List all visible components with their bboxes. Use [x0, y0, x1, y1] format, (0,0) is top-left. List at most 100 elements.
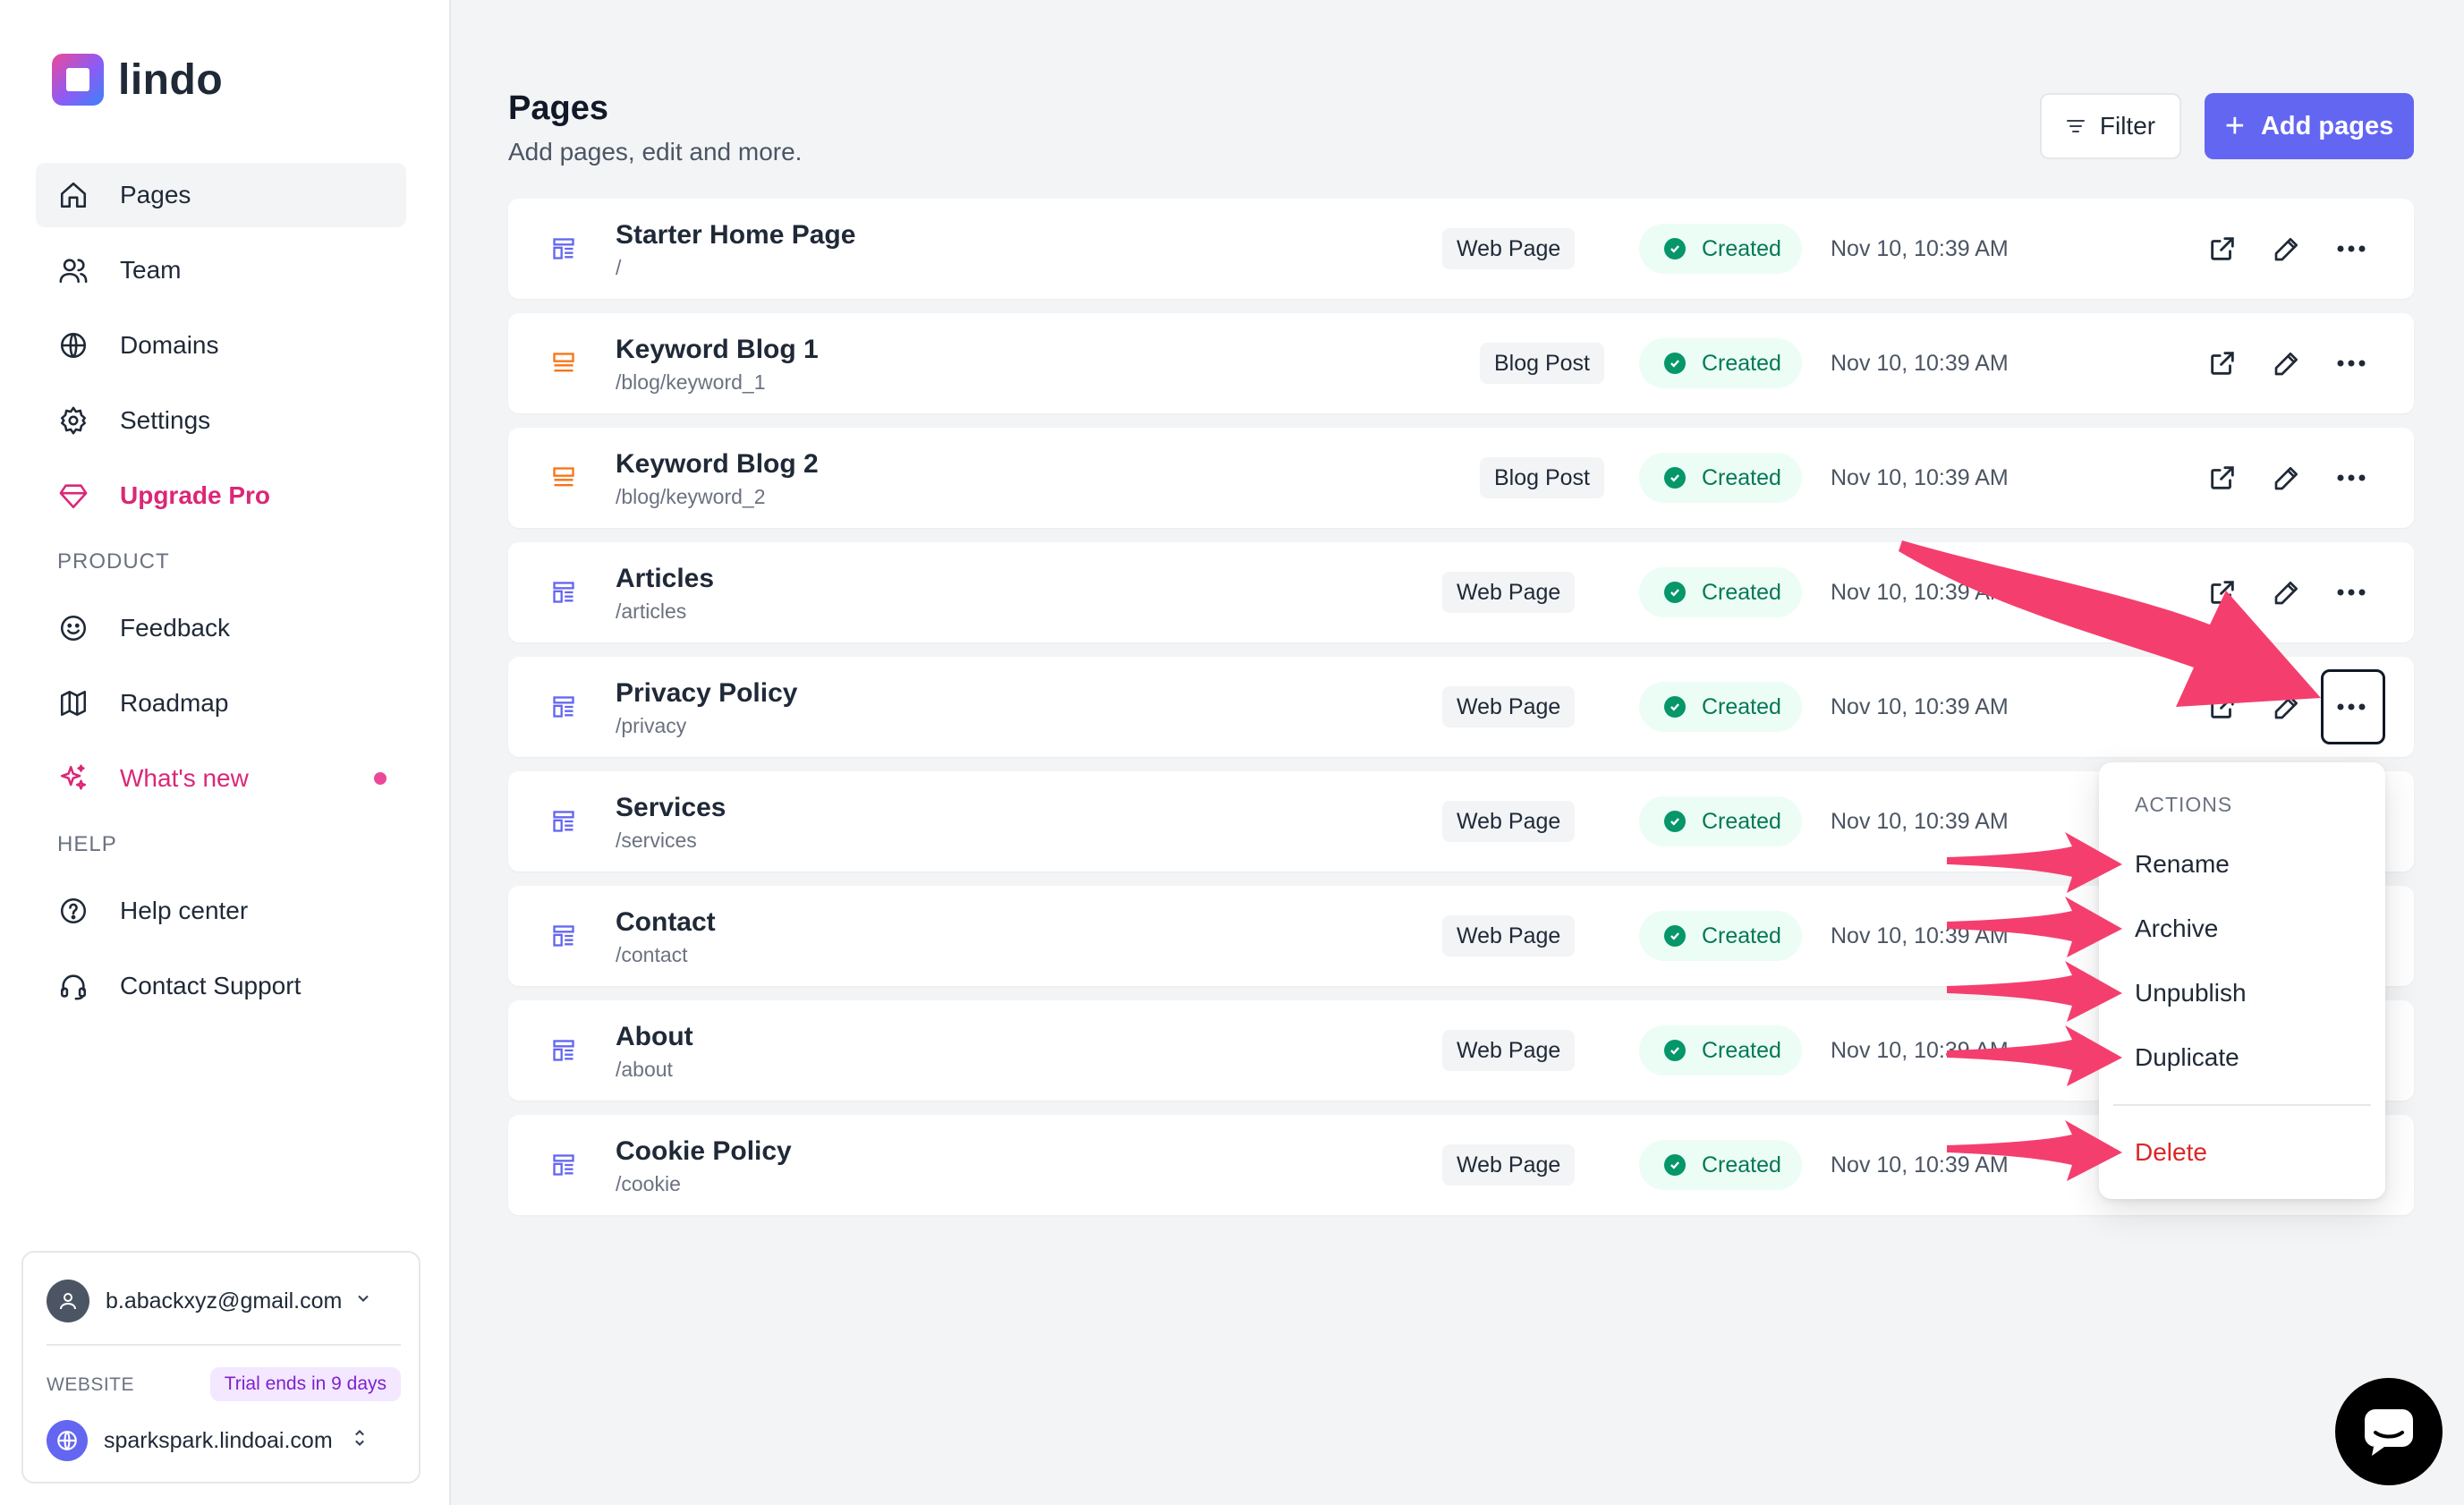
edit-button[interactable] [2267, 229, 2307, 268]
page-title-text[interactable]: Articles [616, 564, 714, 594]
page-date: Nov 10, 10:39 AM [1831, 809, 2009, 834]
page-title-text[interactable]: About [616, 1022, 693, 1052]
sidebar-item-contact-support[interactable]: Contact Support [36, 954, 406, 1018]
page-path: /articles [616, 599, 687, 623]
page-type-badge: Web Page [1442, 686, 1576, 727]
page-path: /blog/keyword_1 [616, 370, 766, 394]
sidebar-item-label: Roadmap [120, 689, 229, 717]
more-actions-button[interactable] [2332, 687, 2371, 727]
status-text: Created [1702, 464, 1781, 490]
menu-item-delete[interactable]: Delete [2135, 1138, 2207, 1167]
page-path: /blog/keyword_2 [616, 485, 766, 508]
sidebar-item-label: Feedback [120, 614, 230, 642]
external-link-icon [2211, 237, 2234, 260]
sidebar-item-team[interactable]: Team [36, 238, 406, 302]
more-actions-button[interactable] [2332, 458, 2371, 497]
sidebar-item-pages[interactable]: Pages [36, 163, 406, 227]
page-path: /contact [616, 943, 688, 966]
sidebar-item-whats-new[interactable]: What's new [36, 746, 406, 811]
check-circle-icon [1664, 238, 1686, 259]
logo-text: lindo [118, 55, 224, 104]
status-badge: Created [1639, 911, 1802, 961]
edit-button[interactable] [2267, 458, 2307, 497]
open-external-button[interactable] [2203, 344, 2242, 383]
status-text: Created [1702, 350, 1781, 376]
page-title-text[interactable]: Cookie Policy [616, 1136, 792, 1167]
website-switcher[interactable]: sparkspark.lindoai.com [47, 1417, 395, 1464]
menu-item-rename[interactable]: Rename [2135, 850, 2230, 879]
headset-icon [57, 970, 89, 1002]
chevron-down-icon [354, 1289, 372, 1313]
more-actions-button[interactable] [2332, 573, 2371, 612]
web-page-icon [553, 238, 574, 259]
blog-post-icon [553, 467, 574, 487]
page-path: / [616, 256, 622, 279]
sidebar-item-label: Team [120, 256, 182, 284]
map-icon [57, 687, 89, 719]
account-switcher[interactable]: b.abackxyz@gmail.com [47, 1276, 395, 1326]
chevron-up-down-icon [351, 1427, 369, 1454]
ellipsis-icon [2337, 703, 2366, 710]
page-date: Nov 10, 10:39 AM [1831, 694, 2009, 719]
edit-button[interactable] [2267, 344, 2307, 383]
sidebar-item-domains[interactable]: Domains [36, 313, 406, 378]
filter-button[interactable]: Filter [2040, 93, 2181, 159]
menu-item-archive[interactable]: Archive [2135, 914, 2218, 943]
add-pages-button[interactable]: + Add pages [2205, 93, 2414, 159]
sidebar-item-label: Upgrade Pro [120, 481, 271, 509]
status-text: Created [1702, 235, 1781, 261]
check-circle-icon [1664, 925, 1686, 947]
page-row[interactable]: Keyword Blog 2 /blog/keyword_2 Blog Post… [508, 428, 2414, 528]
status-text: Created [1702, 1037, 1781, 1063]
website-name: sparkspark.lindoai.com [104, 1427, 333, 1453]
open-external-button[interactable] [2203, 573, 2242, 612]
sidebar-item-settings[interactable]: Settings [36, 388, 406, 453]
status-badge: Created [1639, 1140, 1802, 1190]
page-path: /privacy [616, 714, 687, 737]
open-external-button[interactable] [2203, 458, 2242, 497]
web-page-icon [553, 925, 574, 947]
web-page-icon [553, 1154, 574, 1176]
external-link-icon [2211, 466, 2234, 489]
sidebar-item-feedback[interactable]: Feedback [36, 596, 406, 660]
edit-button[interactable] [2267, 573, 2307, 612]
status-badge: Created [1639, 567, 1802, 617]
page-title-text[interactable]: Starter Home Page [616, 220, 855, 251]
sidebar-item-label: Contact Support [120, 972, 302, 999]
chat-widget-button[interactable] [2335, 1378, 2443, 1485]
sidebar-item-label: Domains [120, 331, 219, 359]
menu-item-duplicate[interactable]: Duplicate [2135, 1043, 2239, 1072]
page-title-text[interactable]: Services [616, 793, 726, 823]
page-title-text[interactable]: Contact [616, 907, 716, 938]
page-title-text[interactable]: Keyword Blog 1 [616, 335, 819, 365]
page-row[interactable]: Articles /articles Web Page Created Nov … [508, 542, 2414, 642]
edit-button[interactable] [2267, 687, 2307, 727]
page-row[interactable]: Starter Home Page / Web Page Created Nov… [508, 199, 2414, 299]
sidebar-item-roadmap[interactable]: Roadmap [36, 671, 406, 735]
ellipsis-icon [2337, 360, 2366, 367]
web-page-icon [553, 696, 574, 718]
status-text: Created [1702, 808, 1781, 834]
sidebar-item-help-center[interactable]: Help center [36, 879, 406, 943]
open-external-button[interactable] [2203, 687, 2242, 727]
page-type-badge: Web Page [1442, 1144, 1576, 1186]
account-card: b.abackxyz@gmail.com WEBSITE Trial ends … [21, 1251, 421, 1484]
filter-icon [2066, 120, 2085, 132]
page-date: Nov 10, 10:39 AM [1831, 923, 2009, 948]
page-row[interactable]: Keyword Blog 1 /blog/keyword_1 Blog Post… [508, 313, 2414, 413]
status-badge: Created [1639, 224, 1802, 274]
ellipsis-icon [2337, 245, 2366, 252]
page-row[interactable]: Privacy Policy /privacy Web Page Created… [508, 657, 2414, 757]
page-type-badge: Blog Post [1480, 457, 1605, 498]
menu-item-unpublish[interactable]: Unpublish [2135, 979, 2247, 1008]
logo[interactable]: lindo [52, 54, 223, 106]
more-actions-button[interactable] [2332, 344, 2371, 383]
open-external-button[interactable] [2203, 229, 2242, 268]
status-text: Created [1702, 923, 1781, 948]
page-title-text[interactable]: Keyword Blog 2 [616, 449, 819, 480]
status-text: Created [1702, 1152, 1781, 1178]
sidebar-item-upgrade-pro[interactable]: Upgrade Pro [36, 463, 406, 528]
more-actions-button[interactable] [2332, 229, 2371, 268]
page-title-text[interactable]: Privacy Policy [616, 678, 797, 709]
page-date: Nov 10, 10:39 AM [1831, 580, 2009, 605]
